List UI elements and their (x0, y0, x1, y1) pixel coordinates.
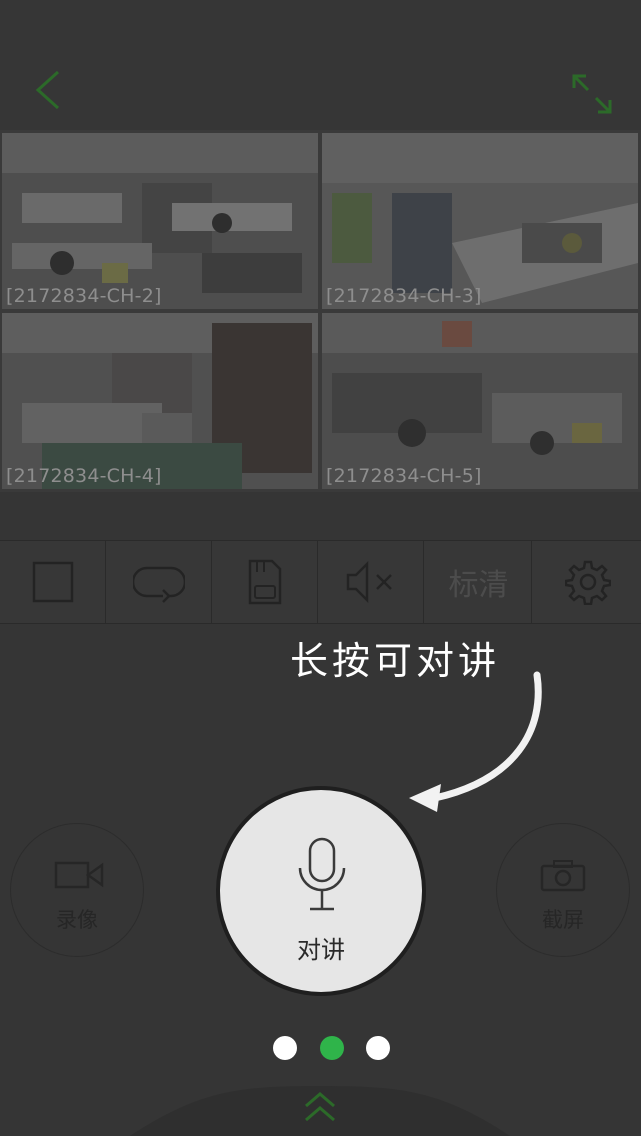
page-indicator-dot[interactable] (273, 1036, 297, 1060)
microphone-icon (298, 837, 346, 911)
camera-label: [2172834-CH-5] (326, 465, 482, 487)
record-label: 录像 (56, 908, 98, 932)
quality-label: 标清 (448, 568, 509, 603)
top-bar (0, 0, 641, 130)
record-button[interactable]: 录像 (10, 823, 144, 957)
page-indicator-dot[interactable] (366, 1036, 390, 1060)
camera-tile[interactable]: [2172834-CH-5] (322, 313, 638, 489)
screenshot-label: 截屏 (542, 908, 584, 932)
talk-button[interactable]: 对讲 (216, 786, 426, 996)
mute-button[interactable] (318, 541, 424, 623)
video-camera-icon (54, 861, 104, 889)
loop-playback-icon (132, 566, 185, 603)
camera-icon (540, 860, 586, 892)
speaker-muted-icon (346, 560, 392, 604)
camera-tile[interactable]: [2172834-CH-2] (2, 133, 318, 309)
talk-label: 对讲 (297, 936, 345, 964)
sd-card-button[interactable] (212, 541, 318, 623)
settings-button[interactable] (535, 541, 641, 623)
back-button[interactable] (20, 62, 76, 118)
single-view-square-icon (32, 561, 73, 603)
video-grid: [2172834-CH-2] [2172834-CH-3] [2172834-C… (0, 130, 641, 492)
screenshot-button[interactable]: 截屏 (496, 823, 630, 957)
camera-tile[interactable]: [2172834-CH-4] (2, 313, 318, 489)
chevron-left-icon (35, 70, 60, 110)
camera-label: [2172834-CH-4] (6, 465, 162, 487)
curved-arrow-icon (409, 671, 542, 812)
gear-icon (565, 560, 611, 605)
camera-label: [2172834-CH-2] (6, 285, 162, 307)
quality-toggle-button[interactable]: 标清 (426, 541, 532, 623)
page-indicator-dot-active[interactable] (320, 1036, 344, 1060)
expand-panel-handle[interactable] (0, 1080, 641, 1136)
camera-feed-image (2, 313, 318, 489)
expand-diagonal-icon (572, 74, 612, 114)
camera-feed-image (2, 133, 318, 309)
camera-tile[interactable]: [2172834-CH-3] (322, 133, 638, 309)
single-view-button[interactable] (0, 541, 106, 623)
sd-card-icon (248, 559, 281, 605)
camera-feed-image (322, 133, 638, 309)
loop-playback-button[interactable] (106, 541, 212, 623)
camera-feed-image (322, 313, 638, 489)
camera-label: [2172834-CH-3] (326, 285, 482, 307)
fullscreen-button[interactable] (560, 62, 624, 126)
control-toolbar: 标清 (0, 540, 641, 624)
